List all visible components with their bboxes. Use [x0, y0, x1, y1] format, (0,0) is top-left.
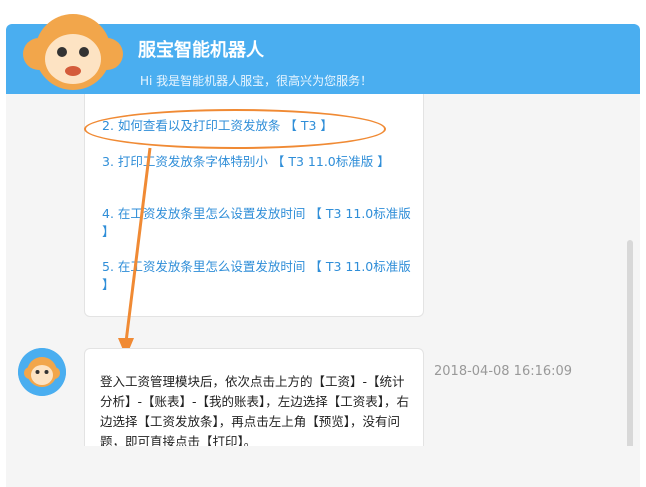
message-input-area[interactable] [6, 446, 640, 487]
faq-link[interactable]: 3. 打印工资发放条字体特别小 【 T3 11.0标准版 】 [102, 153, 417, 171]
annotation-circle [84, 109, 386, 149]
header-subtitle: Hi 我是智能机器人服宝，很高兴为您服务！ [140, 74, 373, 88]
faq-link[interactable]: 4. 在工资发放条里怎么设置发放时间 【 T3 11.0标准版 】 [102, 205, 417, 241]
page-title: 服宝智能机器人 [138, 40, 264, 61]
message-timestamp: 2018-04-08 16:16:09 [434, 364, 573, 379]
faq-link[interactable]: 5. 在工资发放条里怎么设置发放时间 【 T3 11.0标准版 】 [102, 258, 417, 294]
bot-avatar-icon [18, 348, 66, 396]
monkey-mascot-icon [23, 14, 123, 90]
answer-text: 登入工资管理模块后，依次点击上方的【工资】-【统计分析】-【账表】-【我的账表】… [100, 374, 410, 449]
chat-scrollbar[interactable] [627, 240, 633, 470]
